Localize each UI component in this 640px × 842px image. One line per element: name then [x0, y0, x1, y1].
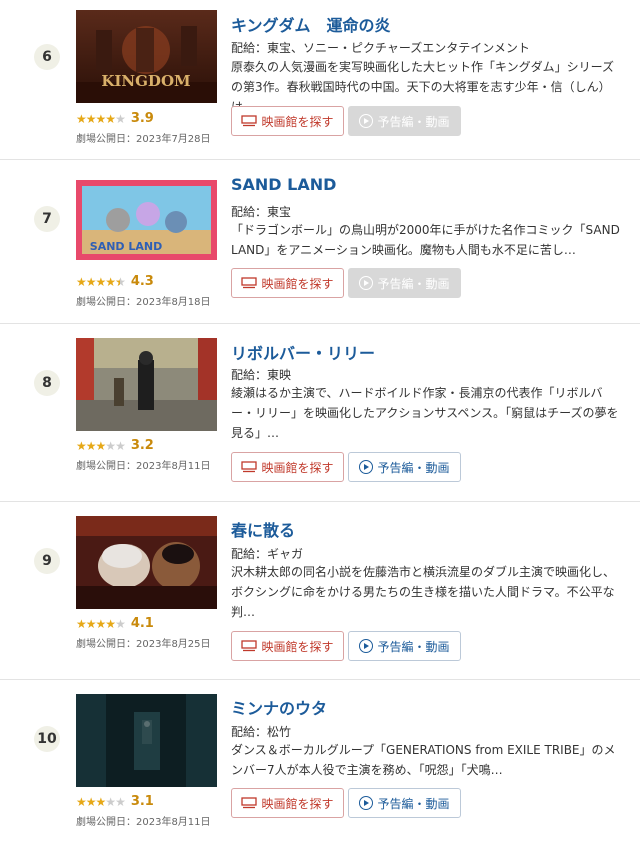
distributor: 配給：東宝 [231, 205, 292, 219]
stars: ★ ★ ★ ★ ★ [76, 111, 126, 126]
poster-title: KINGDOM [101, 72, 190, 90]
trailer-button[interactable]: 予告編・動画 [348, 788, 461, 818]
distributor: 配給：東宝、ソニー・ピクチャーズエンタテインメント [231, 41, 530, 55]
rank-badge: 10 [34, 726, 60, 752]
distributor: 配給：ギャガ [231, 547, 304, 561]
star-rating: ★ ★ ★ ★ ★ 3.9 [76, 111, 154, 126]
find-theater-button[interactable]: 映画館を探す [231, 452, 344, 482]
theater-icon [241, 461, 258, 473]
find-theater-button[interactable]: 映画館を探す [231, 631, 344, 661]
rating-score: 4.1 [130, 616, 154, 631]
star-rating: ★ ★ ★ ★ ★ 4.1 [76, 616, 154, 631]
movie-poster[interactable] [76, 694, 217, 787]
find-theater-button[interactable]: 映画館を探す [231, 788, 344, 818]
play-icon [359, 276, 374, 290]
movie-title[interactable]: SAND LAND [231, 175, 336, 194]
star-rating: ★ ★ ★ ★ ★ 3.2 [76, 438, 154, 453]
stars: ★ ★ ★ ★ ★ [76, 438, 126, 453]
release-date: 劇場公開日：2023年8月11日 [76, 461, 211, 472]
release-date: 劇場公開日：2023年8月25日 [76, 639, 211, 650]
theater-icon [241, 640, 258, 652]
movie-title[interactable]: ミンナのウタ [231, 695, 327, 719]
rating-score: 3.1 [130, 794, 154, 809]
find-theater-button[interactable]: 映画館を探す [231, 268, 344, 298]
movie-item: 10 ★ ★ ★ ★ ★ 3.1 劇場公開日：2023年8月11日 ミンナのウタ 配給：… [0, 680, 640, 842]
play-icon [359, 639, 374, 653]
movie-description: 綾瀬はるか主演で、ハードボイルド作家・長浦京の代表作「リボルバー・リリー」を映画… [231, 386, 619, 440]
poster-title: SAND LAND [90, 240, 162, 253]
movie-description: 「ドラゴンボール」の鳥山明が2000年に手がけた名作コミック「SAND LAND… [231, 223, 620, 257]
movie-poster[interactable] [76, 516, 217, 609]
rank-badge: 8 [34, 370, 60, 396]
trailer-button[interactable]: 予告編・動画 [348, 106, 461, 136]
theater-icon [241, 115, 258, 127]
distributor: 配給：松竹 [231, 725, 292, 739]
trailer-button[interactable]: 予告編・動画 [348, 631, 461, 661]
distributor: 配給：東映 [231, 368, 292, 382]
rating-score: 4.3 [130, 274, 154, 289]
theater-icon [241, 797, 258, 809]
movie-poster[interactable]: SAND LAND [76, 180, 217, 273]
movie-item: 7 SAND LAND ★★★★★ 4.3 劇場公開日：2023年8月18日 S… [0, 160, 640, 324]
movie-item: 8 ★ ★ ★ ★ ★ 3.2 劇場公開日：2023年8月11日 リボルバー・リリー 配… [0, 324, 640, 502]
rank-badge: 6 [34, 44, 60, 70]
trailer-button[interactable]: 予告編・動画 [348, 268, 461, 298]
release-date: 劇場公開日：2023年8月11日 [76, 817, 211, 828]
movie-description: 沢木耕太郎の同名小説を佐藤浩市と横浜流星のダブル主演で映画化し、ボクシングに命を… [231, 565, 616, 619]
play-icon [359, 796, 374, 810]
rank-badge: 9 [34, 548, 60, 574]
release-date: 劇場公開日：2023年8月18日 [76, 297, 211, 308]
movie-description: ダンス＆ボーカルグループ「GENERATIONS from EXILE TRIB… [231, 743, 616, 777]
rating-score: 3.9 [130, 111, 154, 126]
trailer-button[interactable]: 予告編・動画 [348, 452, 461, 482]
find-theater-button[interactable]: 映画館を探す [231, 106, 344, 136]
play-icon [359, 114, 374, 128]
movie-title[interactable]: リボルバー・リリー [231, 340, 375, 364]
star-rating: ★★★★★ 4.3 [76, 274, 154, 289]
play-icon [359, 460, 374, 474]
stars: ★ ★ ★ ★ ★ [76, 794, 126, 809]
rank-badge: 7 [34, 206, 60, 232]
stars: ★ ★ ★ ★ ★ [76, 616, 126, 631]
stars: ★ ★ ★ ★ ★ [76, 276, 126, 288]
release-date: 劇場公開日：2023年7月28日 [76, 134, 211, 145]
movie-ranking-list: 6 KINGDOM ★ ★ ★ ★ ★ 3.9 劇場公開日：2023年7月28日 キング… [0, 0, 640, 842]
movie-item: 6 KINGDOM ★ ★ ★ ★ ★ 3.9 劇場公開日：2023年7月28日 キング… [0, 0, 640, 160]
movie-title[interactable]: キングダム 運命の炎 [231, 12, 391, 36]
movie-title[interactable]: 春に散る [231, 517, 295, 541]
movie-item: 9 ★ ★ ★ ★ ★ 4.1 劇場公開日：2023年8月25日 春に散る 配給：ギャガ… [0, 502, 640, 680]
star-rating: ★ ★ ★ ★ ★ 3.1 [76, 794, 154, 809]
theater-icon [241, 277, 258, 289]
movie-poster[interactable]: KINGDOM [76, 10, 217, 103]
movie-poster[interactable] [76, 338, 217, 431]
rating-score: 3.2 [130, 438, 154, 453]
